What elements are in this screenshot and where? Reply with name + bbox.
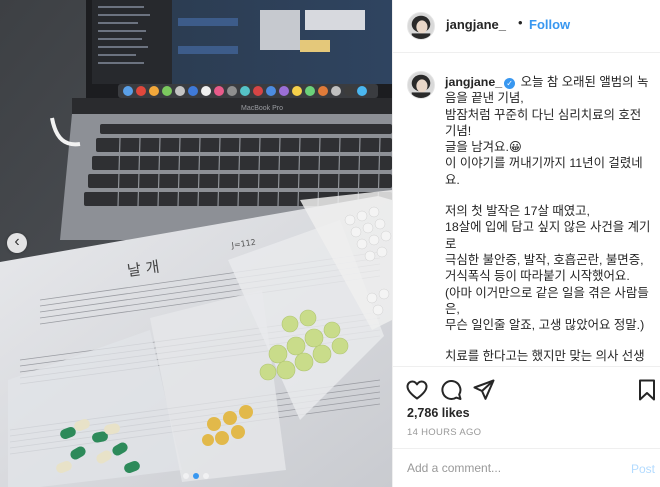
post-comment-button[interactable]: Post [631, 462, 655, 476]
carousel-dot [203, 473, 209, 479]
save-button[interactable] [635, 378, 659, 402]
like-button[interactable] [405, 378, 429, 402]
avatar[interactable] [407, 12, 435, 40]
likes-count[interactable]: 2,786 likes [407, 406, 470, 420]
caption-paragraph-1: jangjane_ ✓ 오늘 참 오래된 앨범의 녹음을 끝낸 기념, 밤잠처럼 … [445, 74, 651, 188]
post-header: jangjane_ • Follow [393, 0, 660, 53]
comment-input[interactable] [407, 459, 607, 477]
caption-avatar[interactable] [407, 71, 435, 99]
post-timestamp[interactable]: 14 HOURS AGO [407, 427, 481, 438]
add-comment-bar: Post [393, 448, 660, 487]
caption-paragraph-3: 치료를 한다고는 했지만 맞는 의사 선생님 찾는 것도 쉬운 일이 아니었고 … [445, 349, 645, 366]
share-button[interactable] [472, 378, 496, 402]
separator-dot: • [518, 15, 523, 30]
post-photo[interactable]: MacBook Pro 날 개 J=112 ‹ [0, 0, 392, 487]
comments-area[interactable]: jangjane_ ✓ 오늘 참 오래된 앨범의 녹음을 끝낸 기념, 밤잠처럼 … [393, 54, 660, 366]
bookmark-icon [639, 379, 655, 401]
heart-icon [406, 380, 428, 400]
carousel-dot [183, 473, 189, 479]
post-panel: jangjane_ • Follow jangjane_ ✓ 오늘 참 오래된 앨… [392, 0, 660, 487]
comment-icon [441, 380, 462, 400]
caption-username[interactable]: jangjane_ [445, 75, 502, 89]
carousel-prev-button[interactable]: ‹ [7, 233, 27, 253]
carousel-dot-active [193, 473, 199, 479]
comment-button[interactable] [439, 378, 463, 402]
photo-illustration: MacBook Pro 날 개 J=112 [0, 0, 392, 487]
verified-badge-icon: ✓ [504, 78, 516, 89]
share-icon [473, 379, 495, 400]
carousel-indicator [0, 473, 392, 479]
caption-paragraph-2: 저의 첫 발작은 17살 때였고, 18살에 입에 담고 싶지 않은 사건을 계… [445, 204, 651, 333]
post-username[interactable]: jangjane_ [446, 17, 506, 32]
follow-button[interactable]: Follow [529, 17, 570, 32]
avatar-image [408, 72, 434, 98]
caption-text-1: 오늘 참 오래된 앨범의 녹음을 끝낸 기념, 밤잠처럼 꾸준히 다닌 심리치료… [445, 75, 649, 187]
macbook-label: MacBook Pro [241, 105, 283, 112]
post-caption: jangjane_ ✓ 오늘 참 오래된 앨범의 녹음을 끝낸 기념, 밤잠처럼 … [445, 74, 651, 366]
avatar-image [408, 13, 434, 39]
chevron-left-icon: ‹ [14, 233, 20, 250]
